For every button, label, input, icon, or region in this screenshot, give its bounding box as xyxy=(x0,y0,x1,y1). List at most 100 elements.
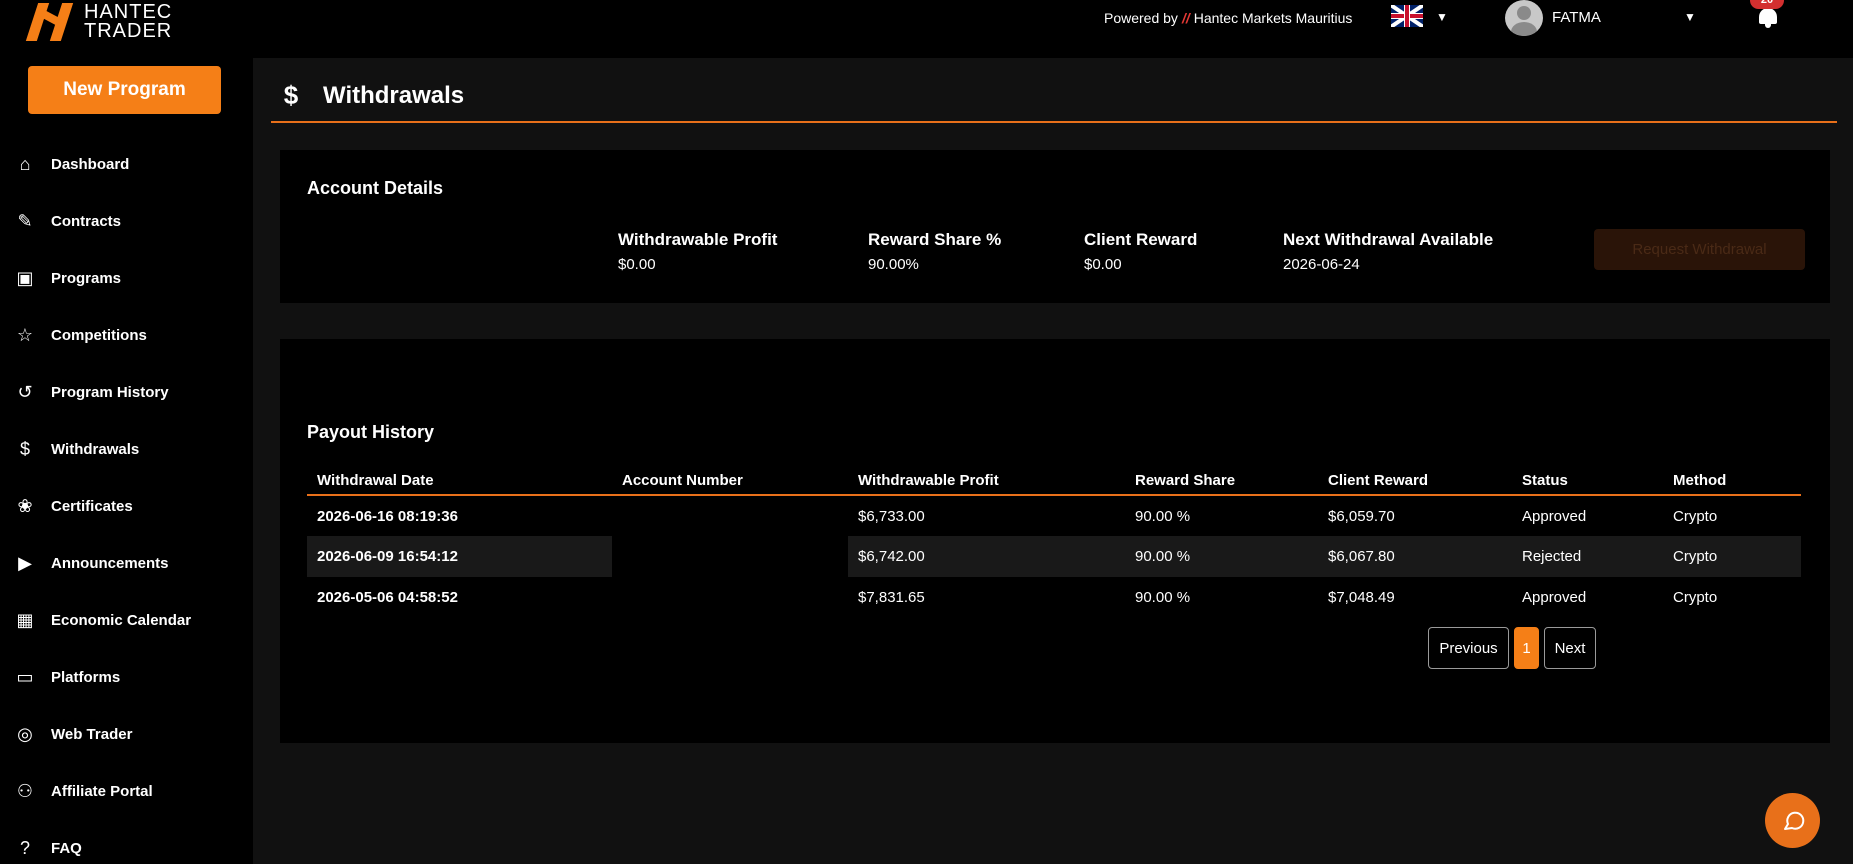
powered-by: Powered by // Hantec Markets Mauritius xyxy=(1104,10,1352,26)
sidebar-item-label: Competitions xyxy=(51,327,147,344)
cell-date: 2026-05-06 04:58:52 xyxy=(317,589,458,606)
client-reward-value: $0.00 xyxy=(1084,256,1122,273)
history-icon: ↺ xyxy=(17,382,33,402)
column-header: Withdrawable Profit xyxy=(848,467,1125,496)
award-icon: ❀ xyxy=(17,496,33,516)
sidebar-item-label: Affiliate Portal xyxy=(51,783,153,800)
cell-reward: $6,067.80 xyxy=(1318,536,1512,577)
column-header: Account Number xyxy=(612,467,848,496)
chat-icon xyxy=(1783,811,1804,830)
column-header: Withdrawal Date xyxy=(307,467,612,496)
cell-method: Crypto xyxy=(1673,589,1718,606)
previous-page-button[interactable]: Previous xyxy=(1428,627,1509,669)
pagination: Previous 1 Next xyxy=(1428,627,1596,669)
sidebar-item-affiliate-portal[interactable]: ⚇ Affiliate Portal xyxy=(0,763,253,820)
cell-share: 90.00 % xyxy=(1125,536,1318,577)
cell-profit: $6,733.00 xyxy=(858,507,925,525)
table-header-row: Withdrawal Date Account Number Withdrawa… xyxy=(307,467,1801,496)
column-header: Status xyxy=(1512,467,1663,496)
globe-icon: ◎ xyxy=(17,724,33,744)
sidebar-item-dashboard[interactable]: ⌂ Dashboard xyxy=(0,136,253,193)
cell-status: Rejected xyxy=(1512,536,1663,577)
sidebar-item-label: Economic Calendar xyxy=(51,612,192,629)
cell-account xyxy=(612,495,848,536)
monitor-icon: ▭ xyxy=(16,667,34,687)
dollar-icon: $ xyxy=(283,80,299,110)
trophy-icon: ☆ xyxy=(16,325,34,345)
cell-reward: $7,048.49 xyxy=(1328,589,1395,606)
logo-mark-icon xyxy=(25,2,76,42)
avatar[interactable] xyxy=(1505,0,1543,36)
page-1-button[interactable]: 1 xyxy=(1514,627,1539,669)
cell-method: Crypto xyxy=(1673,507,1718,525)
withdrawable-profit-label: Withdrawable Profit xyxy=(618,230,778,249)
page-title: Withdrawals xyxy=(323,81,465,109)
logo-line2: TRADER xyxy=(84,20,173,42)
column-header: Client Reward xyxy=(1318,467,1512,496)
user-chevron-down-icon[interactable]: ▼ xyxy=(1684,10,1696,24)
withdrawable-profit-value: $0.00 xyxy=(618,256,656,273)
hantec-trader-logo[interactable]: HANTEC TRADER xyxy=(25,2,173,42)
sidebar-item-label: Dashboard xyxy=(51,156,130,173)
hantec-markets-icon: // xyxy=(1181,10,1190,26)
sidebar-item-economic-calendar[interactable]: ▦ Economic Calendar xyxy=(0,592,253,649)
main-content: $ Withdrawals Account Details Withdrawab… xyxy=(253,58,1853,864)
uk-flag-icon[interactable] xyxy=(1391,5,1423,27)
title-divider xyxy=(271,121,1837,123)
megaphone-icon: ▶ xyxy=(18,553,32,573)
users-icon: ⚇ xyxy=(16,781,34,801)
sidebar-item-label: Platforms xyxy=(51,669,121,686)
next-withdrawal-value: 2026-06-24 xyxy=(1283,256,1360,273)
new-program-button[interactable]: New Program xyxy=(28,66,221,114)
calendar-icon: ▦ xyxy=(16,610,34,630)
sidebar: New Program ⌂ Dashboard ✎ Contracts ▣ Program… xyxy=(0,58,253,864)
sidebar-item-programs[interactable]: ▣ Programs xyxy=(0,250,253,307)
cell-status: Approved xyxy=(1522,507,1587,525)
cell-status: Approved xyxy=(1522,589,1587,606)
column-header: Method xyxy=(1663,467,1801,496)
table-row: 2026-06-09 16:54:12 $6,742.00 90.00 % $6,06… xyxy=(307,536,1801,577)
powered-prefix: Powered by xyxy=(1104,10,1178,26)
sidebar-item-label: FAQ xyxy=(51,840,82,857)
cell-account xyxy=(612,577,848,618)
username[interactable]: FATMA xyxy=(1552,9,1601,26)
sidebar-item-certificates[interactable]: ❀ Certificates xyxy=(0,478,253,535)
sidebar-item-faq[interactable]: ? FAQ xyxy=(0,820,253,864)
sidebar-item-label: Web Trader xyxy=(51,726,133,743)
next-page-button[interactable]: Next xyxy=(1544,627,1596,669)
top-bar: HANTEC TRADER Powered by // Hantec Marke… xyxy=(0,0,1853,58)
question-icon: ? xyxy=(19,838,30,858)
language-chevron-down-icon[interactable]: ▼ xyxy=(1436,10,1448,24)
payout-history-card: Payout History Withdrawal Date Account N… xyxy=(280,339,1830,743)
payout-history-table: Withdrawal Date Account Number Withdrawa… xyxy=(307,467,1801,618)
sidebar-item-competitions[interactable]: ☆ Competitions xyxy=(0,307,253,364)
request-withdrawal-button[interactable]: Request Withdrawal xyxy=(1594,229,1805,270)
sidebar-item-label: Withdrawals xyxy=(51,441,140,458)
dollar-icon: $ xyxy=(19,439,30,459)
sidebar-item-label: Programs xyxy=(51,270,122,287)
sidebar-item-web-trader[interactable]: ◎ Web Trader xyxy=(0,706,253,763)
sidebar-item-platforms[interactable]: ▭ Platforms xyxy=(0,649,253,706)
sidebar-nav: ⌂ Dashboard ✎ Contracts ▣ Programs ☆ Competitio… xyxy=(0,136,253,864)
reward-share-value: 90.00% xyxy=(868,256,919,273)
sidebar-item-label: Contracts xyxy=(51,213,122,230)
cell-account xyxy=(612,536,848,577)
cell-profit: $7,831.65 xyxy=(858,589,925,606)
cell-date: 2026-06-16 08:19:36 xyxy=(317,507,458,525)
sidebar-item-withdrawals[interactable]: $ Withdrawals xyxy=(0,421,253,478)
sidebar-item-contracts[interactable]: ✎ Contracts xyxy=(0,193,253,250)
client-reward-label: Client Reward xyxy=(1084,230,1198,249)
cell-reward: $6,059.70 xyxy=(1328,507,1395,525)
table-row: 2026-05-06 04:58:52 $7,831.65 90.00 % $7,04… xyxy=(307,577,1801,618)
next-withdrawal-label: Next Withdrawal Available xyxy=(1283,230,1494,249)
sidebar-item-announcements[interactable]: ▶ Announcements xyxy=(0,535,253,592)
redacted-account-info xyxy=(300,222,540,272)
chat-support-button[interactable] xyxy=(1765,793,1820,848)
account-details-title: Account Details xyxy=(307,178,444,198)
notification-badge: 20 xyxy=(1750,0,1784,9)
payout-history-title: Payout History xyxy=(307,422,435,442)
powered-company: Hantec Markets Mauritius xyxy=(1193,10,1353,26)
sidebar-item-label: Certificates xyxy=(51,498,133,515)
sidebar-item-program-history[interactable]: ↺ Program History xyxy=(0,364,253,421)
account-details-card: Account Details Withdrawable Profit $0.0… xyxy=(280,150,1830,303)
